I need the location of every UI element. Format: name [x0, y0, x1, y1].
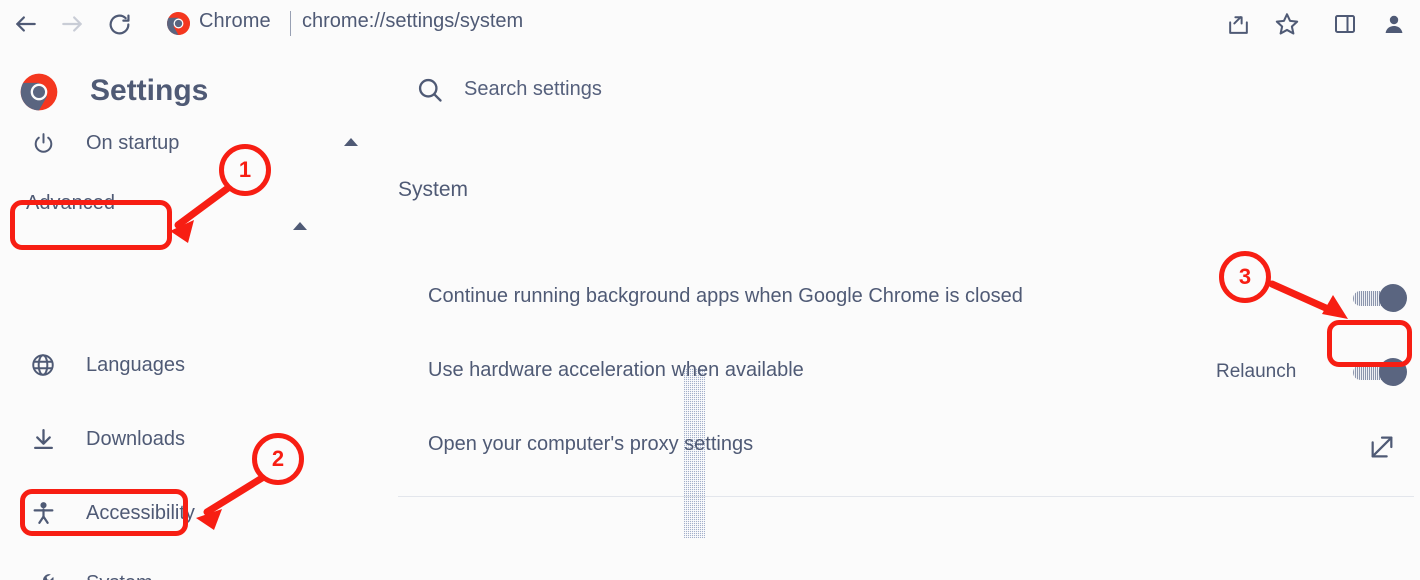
background-apps-toggle[interactable] — [1353, 284, 1409, 312]
toggle-knob — [1379, 284, 1407, 312]
browser-toolbar: Chrome chrome://settings/system — [0, 0, 1420, 48]
sidebar-item-label: Accessibility — [86, 501, 195, 524]
settings-content: System Continue running background apps … — [380, 118, 1420, 580]
side-panel-icon[interactable] — [1328, 7, 1362, 41]
chrome-logo-icon — [19, 72, 59, 112]
sidebar-item-label: Advanced — [26, 191, 115, 214]
sidebar-item-label: Downloads — [86, 427, 185, 450]
profile-icon[interactable] — [1377, 7, 1411, 41]
sidebar-item-on-startup[interactable]: On startup — [0, 118, 179, 168]
setting-row-hardware-acceleration[interactable]: Use hardware acceleration when available… — [398, 337, 1414, 411]
content-divider — [398, 496, 1414, 497]
sidebar-item-label: On startup — [86, 131, 180, 154]
setting-row-background-apps[interactable]: Continue running background apps when Go… — [398, 263, 1414, 337]
share-icon[interactable] — [1221, 7, 1255, 41]
bookmark-star-icon[interactable] — [1270, 7, 1304, 41]
search-input[interactable] — [464, 78, 884, 101]
address-bar-url[interactable]: chrome://settings/system — [302, 10, 523, 33]
settings-sidebar: On startup Advanced Languages Downloads … — [0, 118, 705, 580]
setting-label: Continue running background apps when Go… — [428, 285, 1023, 307]
sidebar-scrollbar[interactable] — [342, 118, 705, 580]
section-title: System — [398, 178, 469, 201]
external-link-icon[interactable] — [1368, 433, 1396, 466]
site-label: Chrome — [199, 10, 271, 32]
screenshot-root: Chrome chrome://settings/system Settings… — [0, 0, 1420, 580]
reload-icon[interactable] — [103, 8, 135, 40]
relaunch-button[interactable]: Relaunch — [1216, 361, 1296, 383]
sidebar-item-label: Languages — [86, 353, 185, 376]
download-icon — [22, 427, 64, 452]
chrome-logo-icon — [166, 11, 191, 36]
forward-arrow-icon — [56, 8, 88, 40]
globe-icon — [22, 352, 64, 378]
setting-row-proxy-settings[interactable]: Open your computer's proxy settings — [398, 411, 1414, 485]
setting-label: Use hardware acceleration when available — [428, 359, 804, 381]
sidebar-item-label: System — [86, 572, 153, 580]
chevron-up-icon[interactable] — [290, 218, 310, 239]
back-arrow-icon[interactable] — [10, 8, 42, 40]
url-divider — [290, 11, 291, 36]
search-icon — [416, 76, 444, 104]
hardware-acceleration-toggle[interactable] — [1353, 358, 1409, 386]
page-title: Settings — [90, 74, 209, 107]
power-icon — [22, 131, 64, 156]
sidebar-item-system[interactable]: System — [0, 558, 153, 580]
setting-label: Open your computer's proxy settings — [428, 433, 754, 455]
sidebar-item-languages[interactable]: Languages — [0, 340, 185, 390]
accessibility-icon — [22, 501, 64, 526]
sidebar-item-downloads[interactable]: Downloads — [0, 414, 185, 464]
sidebar-item-advanced[interactable]: Advanced — [0, 178, 115, 228]
toggle-knob — [1379, 358, 1407, 386]
settings-page: Settings On startup Advanced — [0, 48, 1420, 580]
wrench-icon — [22, 570, 64, 580]
sidebar-item-accessibility[interactable]: Accessibility — [0, 488, 195, 538]
